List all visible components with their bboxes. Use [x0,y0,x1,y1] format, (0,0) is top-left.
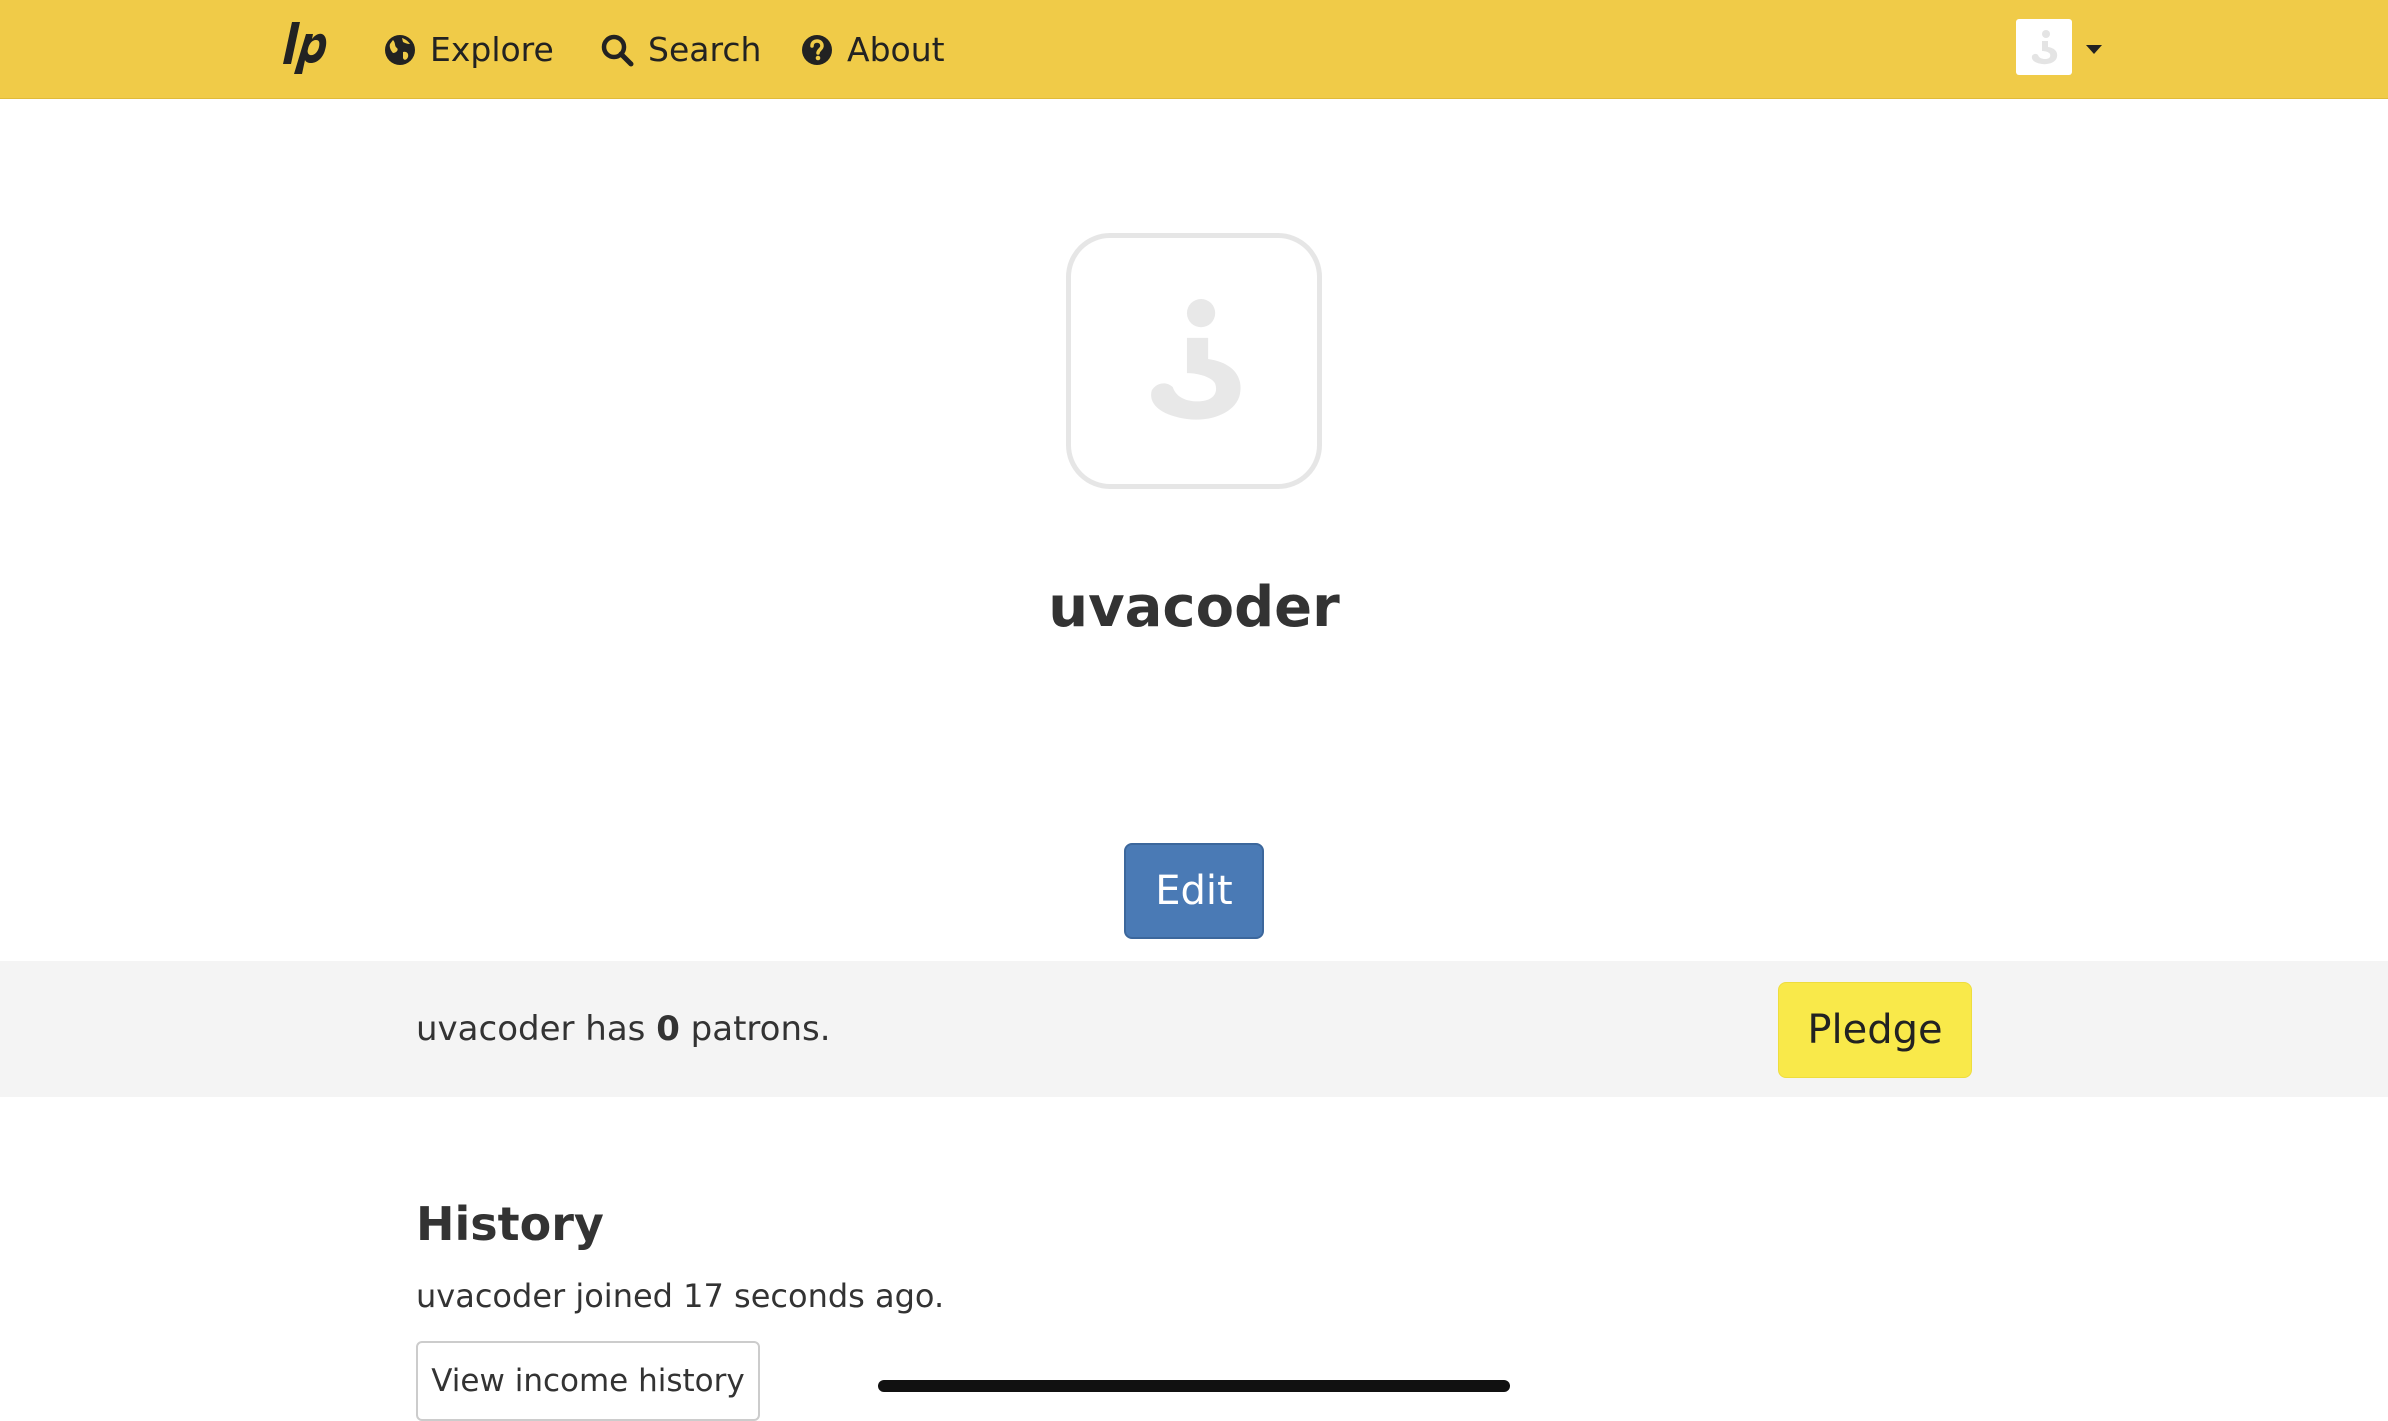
default-avatar-icon [1134,285,1254,437]
nav-explore-label: Explore [430,30,554,69]
patrons-suffix: patrons. [679,1009,831,1049]
pledge-button[interactable]: Pledge [1778,982,1972,1078]
search-icon [600,33,634,67]
nav-explore[interactable]: Explore [384,0,554,99]
patrons-count: 0 [656,1009,680,1049]
profile-avatar [1066,233,1322,489]
nav-about-label: About [847,30,945,69]
caret-down-icon [2086,44,2102,54]
top-navbar: Explore Search About [0,0,2388,99]
profile-username: uvacoder [1048,575,1340,640]
nav-search[interactable]: Search [600,0,761,99]
liberapay-logo-icon[interactable] [280,18,328,76]
history-heading: History [416,1197,604,1251]
view-income-history-button[interactable]: View income history [416,1341,760,1421]
edit-profile-button[interactable]: Edit [1124,843,1264,939]
patrons-summary: uvacoder has 0 patrons. [416,961,831,1097]
globe-icon [384,34,416,66]
nav-about[interactable]: About [801,0,945,99]
history-joined-text: uvacoder joined 17 seconds ago. [416,1277,945,1315]
user-menu-dropdown[interactable] [2016,19,2102,75]
home-indicator[interactable] [878,1380,1510,1392]
patrons-prefix: uvacoder has [416,1009,657,1049]
patrons-section: uvacoder has 0 patrons. Pledge [0,961,2388,1097]
nav-search-label: Search [648,30,762,69]
default-avatar-icon [2016,19,2072,75]
question-circle-icon [801,34,833,66]
